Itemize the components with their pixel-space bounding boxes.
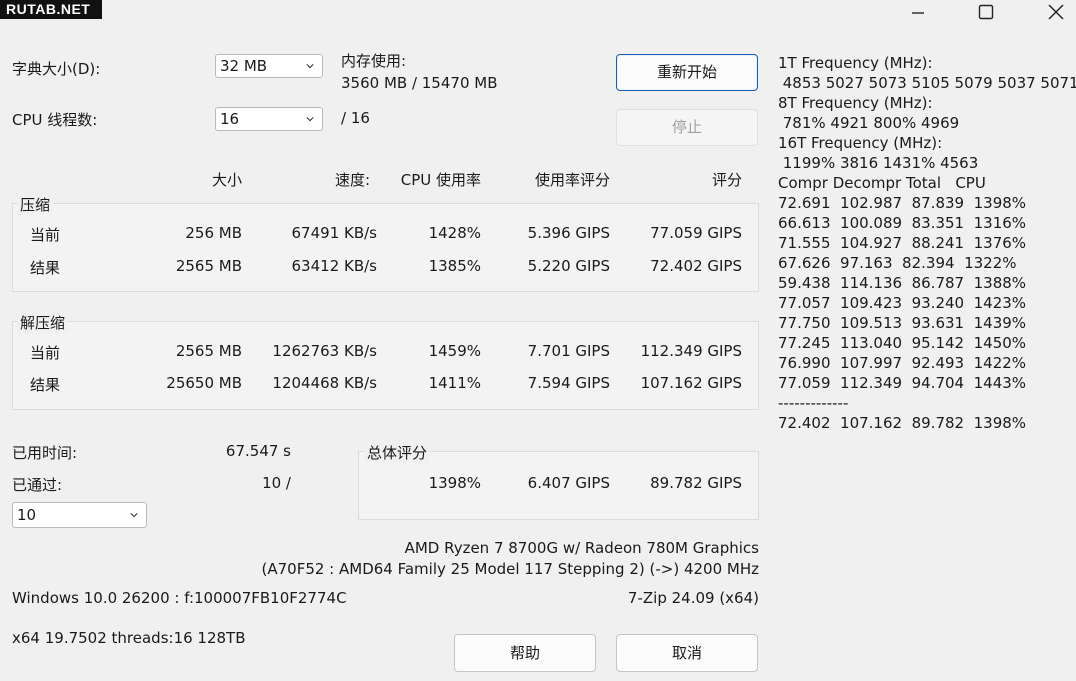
decompress-current-score: 112.349 GIPS — [640, 342, 742, 360]
cpu-threads-total: / 16 — [341, 109, 370, 127]
header-score: 评分 — [711, 171, 742, 189]
total-score-title: 总体评分 — [364, 442, 431, 463]
version-info: 7-Zip 24.09 (x64) — [627, 589, 759, 607]
compress-current-score: 77.059 GIPS — [650, 224, 742, 242]
arch-info: x64 19.7502 threads:16 128TB — [12, 629, 246, 647]
log-line: 59.438 114.136 86.787 1388% — [778, 274, 1027, 292]
cancel-button[interactable]: 取消 — [616, 634, 758, 672]
memory-usage-value: 3560 MB / 15470 MB — [341, 74, 498, 92]
log-line: 1T Frequency (MHz): — [778, 54, 933, 72]
decompress-current-cpu: 1459% — [428, 342, 481, 360]
decompress-result-speed: 1204468 KB/s — [272, 374, 377, 392]
log-line: ------------- — [778, 394, 849, 412]
decompress-result-cpu: 1411% — [428, 374, 481, 392]
log-line: 16T Frequency (MHz): — [778, 134, 943, 152]
cpu-detail: (A70F52 : AMD64 Family 25 Model 117 Step… — [261, 560, 760, 578]
passes-value: 10 / — [262, 474, 291, 492]
log-line: 66.613 100.089 83.351 1316% — [778, 214, 1027, 232]
compress-current-rating: 5.396 GIPS — [527, 224, 610, 242]
dict-size-value: 32 MB — [220, 57, 268, 75]
log-line: 8T Frequency (MHz): — [778, 94, 933, 112]
passes-select[interactable]: 10 — [12, 502, 147, 528]
decompress-result-size: 25650 MB — [166, 374, 242, 392]
passes-select-value: 10 — [17, 506, 37, 524]
header-rating: 使用率评分 — [534, 171, 610, 189]
log-line: 1199% 3816 1431% 4563 — [778, 154, 979, 172]
cpu-threads-label: CPU 线程数: — [12, 111, 98, 129]
log-line: 72.402 107.162 89.782 1398% — [778, 414, 1027, 432]
compress-current-cpu: 1428% — [428, 224, 481, 242]
compress-result-size: 2565 MB — [175, 257, 242, 275]
close-button[interactable] — [1026, 0, 1076, 24]
total-rating: 6.407 GIPS — [527, 474, 610, 492]
decompress-current-speed: 1262763 KB/s — [272, 342, 377, 360]
log-line: 781% 4921 800% 4969 — [778, 114, 960, 132]
dict-size-select[interactable]: 32 MB — [215, 54, 323, 78]
compress-result-label: 结果 — [30, 259, 61, 277]
elapsed-time-label: 已用时间: — [12, 444, 78, 462]
compress-current-speed: 67491 KB/s — [291, 224, 377, 242]
watermark-logo: RUTAB.NET — [0, 0, 103, 19]
total-score: 89.782 GIPS — [650, 474, 742, 492]
log-line: 76.990 107.997 92.493 1422% — [778, 354, 1027, 372]
os-info: Windows 10.0 26200 : f:100007FB10F2774C — [12, 589, 347, 607]
compress-result-score: 72.402 GIPS — [650, 257, 742, 275]
cpu-threads-value: 16 — [220, 110, 240, 128]
header-size: 大小 — [211, 171, 242, 189]
compress-current-size: 256 MB — [185, 224, 242, 242]
log-line: 77.059 112.349 94.704 1443% — [778, 374, 1027, 392]
decompress-group-title: 解压缩 — [17, 312, 69, 333]
decompress-current-rating: 7.701 GIPS — [527, 342, 610, 360]
log-line: 77.245 113.040 95.142 1450% — [778, 334, 1027, 352]
minimize-icon — [912, 12, 924, 14]
stop-button[interactable]: 停止 — [616, 109, 758, 146]
chevron-down-icon — [306, 117, 314, 122]
minimize-button[interactable] — [888, 0, 948, 24]
decompress-result-score: 107.162 GIPS — [640, 374, 742, 392]
log-line: Compr Decompr Total CPU — [778, 174, 986, 192]
memory-usage-label: 内存使用: — [341, 52, 407, 70]
cpu-threads-select[interactable]: 16 — [215, 107, 323, 131]
chevron-down-icon — [306, 64, 314, 69]
compress-result-rating: 5.220 GIPS — [527, 257, 610, 275]
chevron-down-icon — [130, 513, 138, 518]
header-cpu-usage: CPU 使用率 — [400, 171, 481, 189]
header-speed: 速度: — [334, 171, 370, 189]
log-line: 4853 5027 5073 5105 5079 5037 5071 — [778, 74, 1076, 92]
elapsed-time-value: 67.547 s — [225, 442, 291, 460]
decompress-current-label: 当前 — [30, 344, 61, 362]
log-line: 77.750 109.513 93.631 1439% — [778, 314, 1027, 332]
passes-label: 已通过: — [12, 476, 63, 494]
restart-button[interactable]: 重新开始 — [616, 54, 758, 91]
log-line: 67.626 97.163 82.394 1322% — [778, 254, 1017, 272]
log-line: 77.057 109.423 93.240 1423% — [778, 294, 1027, 312]
decompress-result-rating: 7.594 GIPS — [527, 374, 610, 392]
compress-group — [12, 203, 759, 292]
compress-group-title: 压缩 — [17, 194, 54, 215]
maximize-button[interactable] — [956, 0, 1016, 24]
decompress-current-size: 2565 MB — [175, 342, 242, 360]
dict-size-label: 字典大小(D): — [12, 60, 101, 78]
compress-result-speed: 63412 KB/s — [291, 257, 377, 275]
total-cpu: 1398% — [428, 474, 481, 492]
compress-result-cpu: 1385% — [428, 257, 481, 275]
compress-current-label: 当前 — [30, 226, 61, 244]
maximize-icon — [978, 4, 994, 20]
decompress-group — [12, 321, 759, 410]
log-line: 71.555 104.927 88.241 1376% — [778, 234, 1027, 252]
decompress-result-label: 结果 — [30, 376, 61, 394]
close-icon — [1048, 4, 1064, 20]
log-line: 72.691 102.987 87.839 1398% — [778, 194, 1027, 212]
help-button[interactable]: 帮助 — [454, 634, 596, 672]
cpu-name: AMD Ryzen 7 8700G w/ Radeon 780M Graphic… — [404, 539, 759, 557]
